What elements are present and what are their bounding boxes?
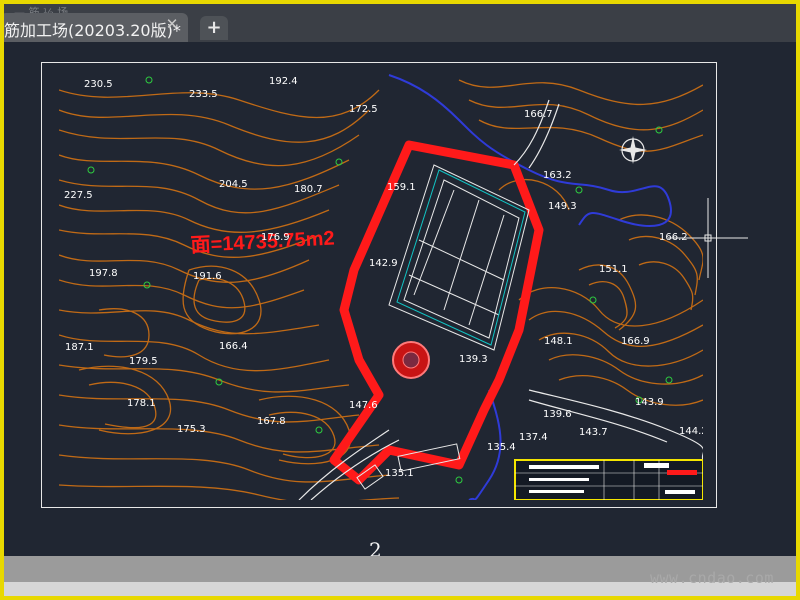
elevation-label: 135.4 <box>487 442 516 453</box>
elevation-label: 191.6 <box>193 271 222 282</box>
elevation-label: 166.9 <box>621 336 650 347</box>
tab-document-title: 筋加工场(20203.20版)* <box>4 21 181 40</box>
elevation-label: 144.2 <box>679 426 703 437</box>
elevation-label: 147.6 <box>349 400 378 411</box>
elevation-label: 151.1 <box>599 264 628 275</box>
elevation-label: 137.4 <box>519 432 548 443</box>
crosshair-cursor <box>668 198 748 278</box>
elevation-label: 204.5 <box>219 179 248 190</box>
title-block <box>514 459 703 500</box>
elevation-label: 178.1 <box>127 398 156 409</box>
close-tab-icon[interactable]: ✕ <box>164 16 180 32</box>
elevation-label: 166.4 <box>219 341 248 352</box>
elevation-label: 233.5 <box>189 89 218 100</box>
elevation-label: 176.9 <box>261 232 290 243</box>
elevation-label: 142.9 <box>369 258 398 269</box>
elevation-label: 139.6 <box>543 409 572 420</box>
elevation-label: 187.1 <box>65 342 94 353</box>
elevation-label: 192.4 <box>269 76 298 87</box>
elevation-label: 175.3 <box>177 424 206 435</box>
elevation-label: 167.8 <box>257 416 286 427</box>
document-tab-bar: — 筋 ½ 场 筋加工场(20203.20版)* ✕ + <box>4 4 796 42</box>
roundabout-symbol <box>392 341 430 379</box>
cad-application-window: — 筋 ½ 场 筋加工场(20203.20版)* ✕ + <box>4 4 796 596</box>
elevation-label: 179.5 <box>129 356 158 367</box>
elevation-label: 159.1 <box>387 182 416 193</box>
elevation-label: 172.5 <box>349 104 378 115</box>
elevation-label: 166.7 <box>524 109 553 120</box>
elevation-label: 143.9 <box>635 397 664 408</box>
watermark-text: www.cndao.com <box>650 569 774 587</box>
drawing-canvas[interactable]: 面=14735.75m2 230.5 233.5 192.4 172.5 166.7 22… <box>4 42 796 562</box>
elevation-label: 139.3 <box>459 354 488 365</box>
elevation-label: 197.8 <box>89 268 118 279</box>
elevation-label: 227.5 <box>64 190 93 201</box>
elevation-label: 148.1 <box>544 336 573 347</box>
elevation-label: 149.3 <box>548 201 577 212</box>
new-tab-button[interactable]: + <box>200 16 228 40</box>
elevation-label: 180.7 <box>294 184 323 195</box>
site-plan-drawing: 面=14735.75m2 230.5233.5192.4172.5 166.722… <box>59 70 703 500</box>
elevation-label: 163.2 <box>543 170 572 181</box>
elevation-label: 230.5 <box>84 79 113 90</box>
elevation-label: 135.1 <box>385 468 414 479</box>
elevation-label: 143.7 <box>579 427 608 438</box>
